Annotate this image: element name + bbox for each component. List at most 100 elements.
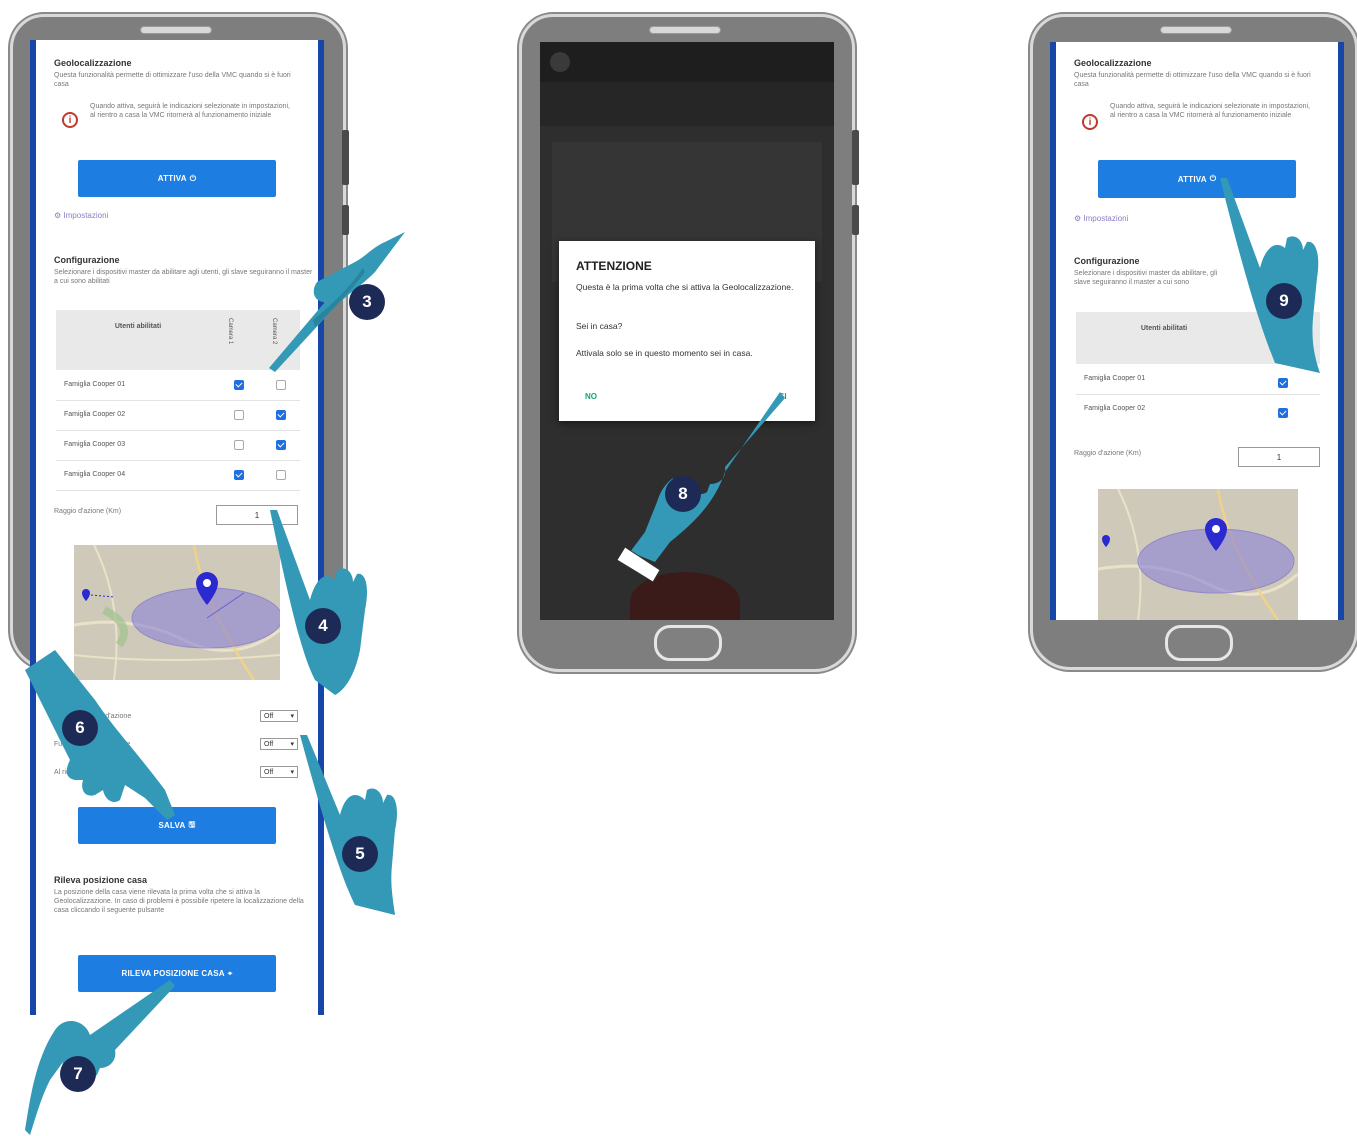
camera-1-checkbox[interactable] <box>234 380 244 390</box>
table-row: Famiglia Cooper 02 <box>1076 394 1320 424</box>
activate-button[interactable]: ATTIVA ⏻ <box>78 160 276 197</box>
phone-3-speaker <box>1160 26 1232 34</box>
chevron-down-icon: ▾ <box>290 713 294 720</box>
app-logo-icon <box>550 52 570 72</box>
phone-1-speaker <box>140 26 212 34</box>
hand-pointer-3 <box>269 232 405 372</box>
radius-value-3: 1 <box>1276 452 1282 462</box>
option-select[interactable]: Off ▾ <box>260 766 298 778</box>
hand-pointer-5 <box>300 735 398 915</box>
radius-value: 1 <box>254 510 260 520</box>
step-badge-5: 5 <box>342 836 378 872</box>
geo-description-3: Questa funzionalità permette di ottimizz… <box>1074 72 1311 88</box>
settings-link[interactable]: ⚙ Impostazioni <box>54 211 108 220</box>
info-text-3: Quando attiva, seguirà le indicazioni se… <box>1110 103 1311 119</box>
settings-link-label: Impostazioni <box>63 211 109 220</box>
step-number: 3 <box>362 292 372 311</box>
config-title: Configurazione <box>54 255 120 265</box>
phone-2-side-key-lower <box>852 205 859 235</box>
home-position-description: La posizione della casa viene rilevata l… <box>54 889 304 914</box>
user-name: Famiglia Cooper 03 <box>64 441 126 448</box>
step-badge-4: 4 <box>305 608 341 644</box>
info-text: Quando attiva, seguirà le indicazioni se… <box>90 103 291 119</box>
screen-left-edge <box>30 40 36 1015</box>
user-name: Famiglia Cooper 02 <box>1084 405 1146 412</box>
step-number: 7 <box>73 1064 83 1083</box>
geo-title: Geolocalizzazione <box>54 58 132 68</box>
users-header-label-3: Utenti abilitati <box>1140 325 1188 332</box>
step-badge-7: 7 <box>60 1056 96 1092</box>
save-icon: 🖫 <box>188 819 196 829</box>
radius-input-3[interactable]: 1 <box>1238 447 1320 467</box>
hand-pointer-4 <box>270 510 368 695</box>
option-select[interactable]: Off ▾ <box>260 738 298 750</box>
chevron-down-icon: ▾ <box>290 769 294 776</box>
camera-2-checkbox[interactable] <box>276 440 286 450</box>
info-icon-3: i <box>1082 114 1098 130</box>
user-name: Famiglia Cooper 01 <box>1084 375 1146 382</box>
map-graphic-3 <box>1098 489 1298 620</box>
geo-title-3: Geolocalizzazione <box>1074 58 1152 68</box>
table-row: Famiglia Cooper 02 <box>56 400 300 431</box>
step-badge-9: 9 <box>1266 283 1302 319</box>
radius-label: Raggio d'azione (Km) <box>54 508 122 515</box>
phone-2-side-key-upper <box>852 130 859 185</box>
user-name: Famiglia Cooper 01 <box>64 381 126 388</box>
camera-1-checkbox[interactable] <box>234 410 244 420</box>
step-number: 4 <box>318 616 328 635</box>
step-badge-6: 6 <box>62 710 98 746</box>
users-header-label: Utenti abilitati <box>114 323 162 330</box>
dialog-no-button[interactable]: NO <box>585 392 597 401</box>
settings-link-label-3: Impostazioni <box>1083 214 1129 223</box>
dialog-line-2: Sei in casa? <box>576 321 623 331</box>
save-label: SALVA <box>158 821 186 830</box>
geo-description: Questa funzionalità permette di ottimizz… <box>54 72 291 88</box>
camera-2-checkbox[interactable] <box>276 410 286 420</box>
phone-3-home-button[interactable] <box>1165 625 1233 661</box>
hand-pointer-6 <box>25 650 175 820</box>
user-name: Famiglia Cooper 04 <box>64 471 126 478</box>
phone-1-side-key-upper <box>342 130 349 185</box>
detect-home-label: RILEVA POSIZIONE CASA <box>121 969 225 978</box>
phone-2-home-button[interactable] <box>654 625 722 661</box>
activate-label: ATTIVA <box>157 174 187 183</box>
dialog-title: ATTENZIONE <box>576 259 652 273</box>
radius-label-3: Raggio d'azione (Km) <box>1074 450 1142 457</box>
dialog-line-1: Questa è la prima volta che si attiva la… <box>576 282 794 292</box>
screen-3-left-edge <box>1050 42 1056 620</box>
activate-label-3: ATTIVA <box>1177 174 1207 184</box>
config-title-3: Configurazione <box>1074 256 1140 266</box>
option-select-value: Off <box>264 740 274 748</box>
radius-map-3 <box>1098 489 1298 620</box>
step-badge-8: 8 <box>665 476 701 512</box>
power-icon: ⏻ <box>189 173 197 183</box>
info-icon: i <box>62 112 78 128</box>
step-badge-3: 3 <box>349 284 385 320</box>
option-select[interactable]: Off ▾ <box>260 710 298 722</box>
chevron-down-icon: ▾ <box>290 741 294 748</box>
table-row: Famiglia Cooper 04 <box>56 460 300 491</box>
hand-pointer-8 <box>616 392 785 582</box>
location-icon: ⌖ <box>227 968 233 978</box>
home-position-title: Rileva posizione casa <box>54 875 148 885</box>
option-select-value: Off <box>264 768 274 776</box>
phone-2-speaker <box>649 26 721 34</box>
screen-3-right-edge <box>1338 42 1344 620</box>
camera-1-checkbox[interactable] <box>234 440 244 450</box>
settings-link-3[interactable]: ⚙ Impostazioni <box>1074 214 1128 223</box>
step-number: 9 <box>1279 291 1289 310</box>
app-top-bar <box>540 42 834 82</box>
camera-2-checkbox[interactable] <box>276 470 286 480</box>
config-description-3: Selezionare i dispositivi master da abil… <box>1074 270 1218 286</box>
camera-1-header: Camera 1 <box>227 318 233 345</box>
gear-icon: ⚙ <box>54 211 62 220</box>
camera-checkbox[interactable] <box>1278 407 1288 418</box>
option-select-value: Off <box>264 712 274 720</box>
hand-pointer-7 <box>25 980 175 1135</box>
phone-1-side-key-lower <box>342 205 349 235</box>
table-row: Famiglia Cooper 03 <box>56 430 300 461</box>
step-number: 6 <box>75 718 85 737</box>
camera-checkbox[interactable] <box>1278 377 1288 388</box>
app-header <box>540 82 834 126</box>
camera-1-checkbox[interactable] <box>234 470 244 480</box>
